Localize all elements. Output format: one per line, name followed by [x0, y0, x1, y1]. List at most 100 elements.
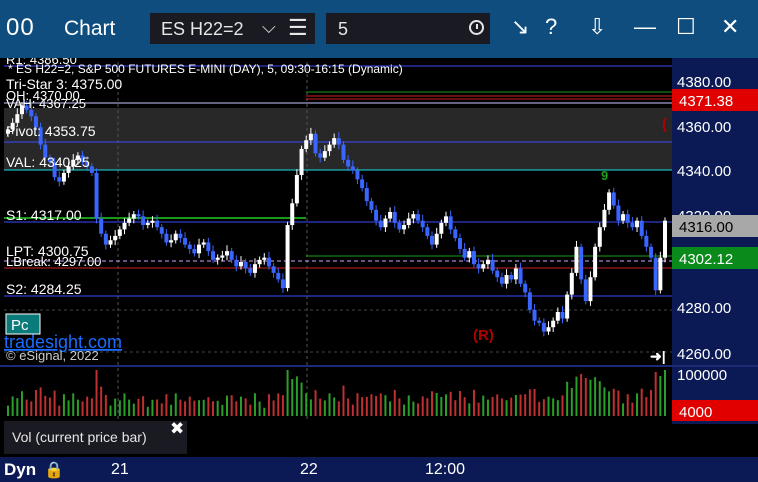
volume-bar [365, 396, 368, 416]
candle-body [518, 268, 523, 284]
minimize-icon[interactable]: — [634, 14, 656, 40]
volume-bar [538, 401, 541, 416]
volume-bar [351, 404, 354, 416]
volume-bar [333, 397, 336, 416]
reversal-marker-edge: ( [662, 116, 667, 133]
volume-bar [90, 398, 93, 416]
candle-body [532, 309, 537, 321]
candle-body [350, 166, 355, 171]
candle-body [555, 312, 560, 321]
candle-body [616, 205, 621, 221]
volume-bar [650, 390, 653, 416]
candle-body [89, 166, 94, 173]
candle-body [569, 272, 574, 295]
volume-bar [118, 400, 121, 416]
candle-body [360, 179, 365, 189]
interval-input[interactable]: 5 [326, 13, 490, 44]
lock-icon[interactable]: 🔒 [44, 460, 64, 480]
price-axis-label: 4380.00 [677, 74, 731, 91]
volume-bar [221, 404, 224, 416]
price-axis-label: 4360.00 [677, 119, 731, 136]
level-label-s1: S1: 4317.00 [6, 207, 82, 223]
candle-body [499, 277, 504, 284]
level-label-val: VAL: 4340.25 [6, 154, 90, 170]
volume-bar [612, 388, 615, 416]
candle-body [607, 192, 612, 210]
candle-body [332, 138, 337, 145]
close-icon[interactable]: ✖ [170, 419, 184, 439]
candle-body [238, 262, 243, 267]
time-label: 12:00 [425, 461, 466, 478]
candle-body [509, 275, 514, 280]
candle-body [579, 246, 584, 280]
help-icon[interactable]: ? [545, 14, 557, 40]
candle-body [369, 201, 374, 210]
copyright-text: © eSignal, 2022 [6, 348, 99, 363]
window-title: Chart [64, 17, 116, 40]
tools-icon[interactable]: ↘ [511, 14, 529, 40]
candle-body [299, 148, 304, 176]
volume-bar [445, 394, 447, 416]
volume-bar [375, 396, 378, 416]
volume-bar [412, 401, 415, 416]
candle-body [495, 270, 500, 278]
volume-bar [575, 376, 578, 416]
volume-bar [645, 397, 648, 416]
volume-bar [305, 393, 308, 416]
study-label-panel: Vol (current price bar) ✖ [4, 419, 187, 454]
volume-bar [160, 403, 163, 416]
volume-bar [622, 403, 625, 416]
close-icon[interactable]: ✕ [721, 14, 739, 40]
volume-bar [62, 394, 65, 416]
volume-bar [514, 395, 517, 416]
candle-body [127, 218, 132, 223]
volume-bar [165, 394, 168, 416]
volume-bar [309, 399, 312, 416]
volume-bar [281, 395, 284, 416]
maximize-icon[interactable]: ☐ [676, 14, 696, 40]
candle-body [103, 233, 108, 245]
candle-body [513, 268, 518, 280]
volume-bar [458, 391, 461, 416]
scroll-to-end-icon[interactable]: ➜| [650, 348, 666, 364]
volume-bar [584, 378, 587, 416]
volume-bar [477, 402, 480, 416]
candle-body [322, 151, 327, 158]
chart-area[interactable]: R1: 4386.50 Tri-Star 3: 4375.00 OH: 4370… [0, 58, 758, 457]
candle-body [635, 220, 640, 228]
candle-body [625, 214, 630, 223]
volume-bar [44, 395, 47, 416]
volume-bar [556, 400, 559, 416]
symbol-input[interactable]: ES H22=2 ⌵ ☰ [150, 13, 315, 44]
volume-bar [659, 376, 662, 416]
candle-body [481, 264, 486, 269]
chevron-down-icon[interactable]: ⌵ [262, 17, 276, 38]
volume-bar [151, 399, 154, 416]
candle-body [234, 259, 239, 267]
candle-body [294, 175, 299, 204]
volume-bar [48, 397, 51, 416]
candle-body [593, 246, 598, 278]
page-icon[interactable]: ⇩ [588, 14, 606, 40]
candle-body [588, 277, 593, 302]
volume-bar [239, 396, 242, 416]
candle-body [434, 233, 439, 245]
candle-body [327, 144, 332, 152]
volume-bar [100, 386, 103, 416]
sequence-marker: 9 [601, 168, 608, 183]
volume-bar [323, 400, 326, 416]
menu-icon[interactable]: ☰ [288, 15, 308, 41]
volume-bar [314, 390, 317, 416]
chart-header: * ES H22=2, S&P 500 FUTURES E-MINI (DAY)… [8, 62, 403, 76]
candle-body [541, 322, 546, 332]
dynamic-label[interactable]: Dyn [4, 460, 36, 480]
volume-bar [184, 401, 187, 416]
candle-body [187, 244, 192, 249]
candle-body [523, 283, 528, 293]
volume-bar [142, 396, 145, 416]
candle-body [551, 320, 556, 328]
candle-body [57, 177, 62, 182]
clock-icon[interactable] [469, 20, 484, 35]
candle-body [453, 229, 458, 239]
volume-bar [580, 374, 583, 416]
